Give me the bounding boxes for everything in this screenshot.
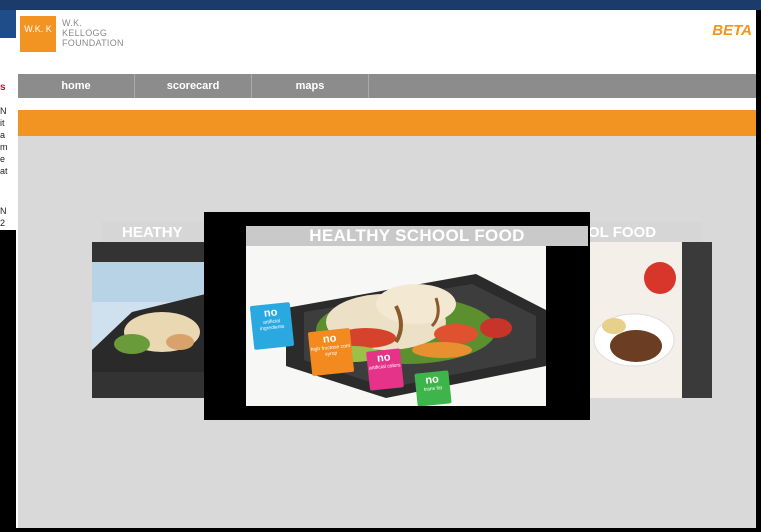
no-corn-syrup-tag: no high fructose corn syrup (307, 327, 355, 377)
card-title-right: OL FOOD (584, 222, 702, 244)
orange-banner (18, 110, 756, 136)
food-photo-right (584, 242, 712, 398)
app-window: W.K. K W.K. KELLOGG FOUNDATION BETA home… (16, 10, 756, 528)
no-trans-fat-tag: no trans fat (414, 370, 452, 406)
background-page-header (0, 0, 761, 10)
main-nav: home scorecard maps (18, 74, 756, 98)
card-title-center: HEALTHY SCHOOL FOOD (246, 226, 588, 246)
card-image-right (584, 242, 712, 398)
no-artificial-ingredients-tag: no artificial ingredients (249, 302, 295, 350)
background-page-text: N (0, 206, 7, 216)
tag-small-text: artificial colors (368, 362, 401, 372)
tag-small-text: high fructose corn syrup (310, 342, 351, 358)
carousel-card-center[interactable]: HEALTHY SCHOOL FOOD no artificial ingred… (204, 212, 590, 420)
carousel-card-left[interactable]: HEATHY (92, 222, 222, 398)
logo-line: FOUNDATION (62, 38, 124, 48)
background-page-sidebar: s N it a m e at N 2 (0, 10, 16, 230)
tag-small-text: trans fat (423, 385, 443, 393)
beta-badge: BETA (712, 22, 752, 39)
logo-line: W.K. (62, 18, 83, 28)
nav-item-home[interactable]: home (18, 74, 135, 98)
background-page-text: 2 (0, 218, 6, 228)
logo-mark-text: W.K. K (24, 24, 52, 34)
background-page-text: N (0, 106, 7, 116)
background-page-heading: s (0, 82, 6, 93)
card-image-left (92, 242, 222, 398)
background-page-text: m (0, 142, 8, 152)
background-page-text: it (0, 118, 5, 128)
carousel-card-right[interactable]: OL FOOD (584, 222, 714, 398)
background-page-text: a (0, 130, 6, 140)
tag-small-text: artificial ingredients (259, 318, 285, 333)
nav-item-maps[interactable]: maps (252, 74, 369, 98)
nav-item-scorecard[interactable]: scorecard (135, 74, 252, 98)
background-page-text: at (0, 166, 8, 176)
food-photo-left (92, 262, 222, 372)
carousel-stage: HEATHY OL FOOD HEALTHY SCHOOL FOOD no ar… (18, 136, 756, 528)
kellogg-logo-mark[interactable]: W.K. K (20, 16, 56, 52)
no-artificial-colors-tag: no artificial colors (366, 348, 404, 391)
card-image-center: no artificial ingredients no high fructo… (246, 246, 546, 406)
background-page-banner (0, 10, 16, 38)
background-page-text: e (0, 154, 6, 164)
logo-line: KELLOGG (62, 28, 108, 38)
kellogg-logo-text[interactable]: W.K. KELLOGG FOUNDATION (62, 18, 124, 48)
